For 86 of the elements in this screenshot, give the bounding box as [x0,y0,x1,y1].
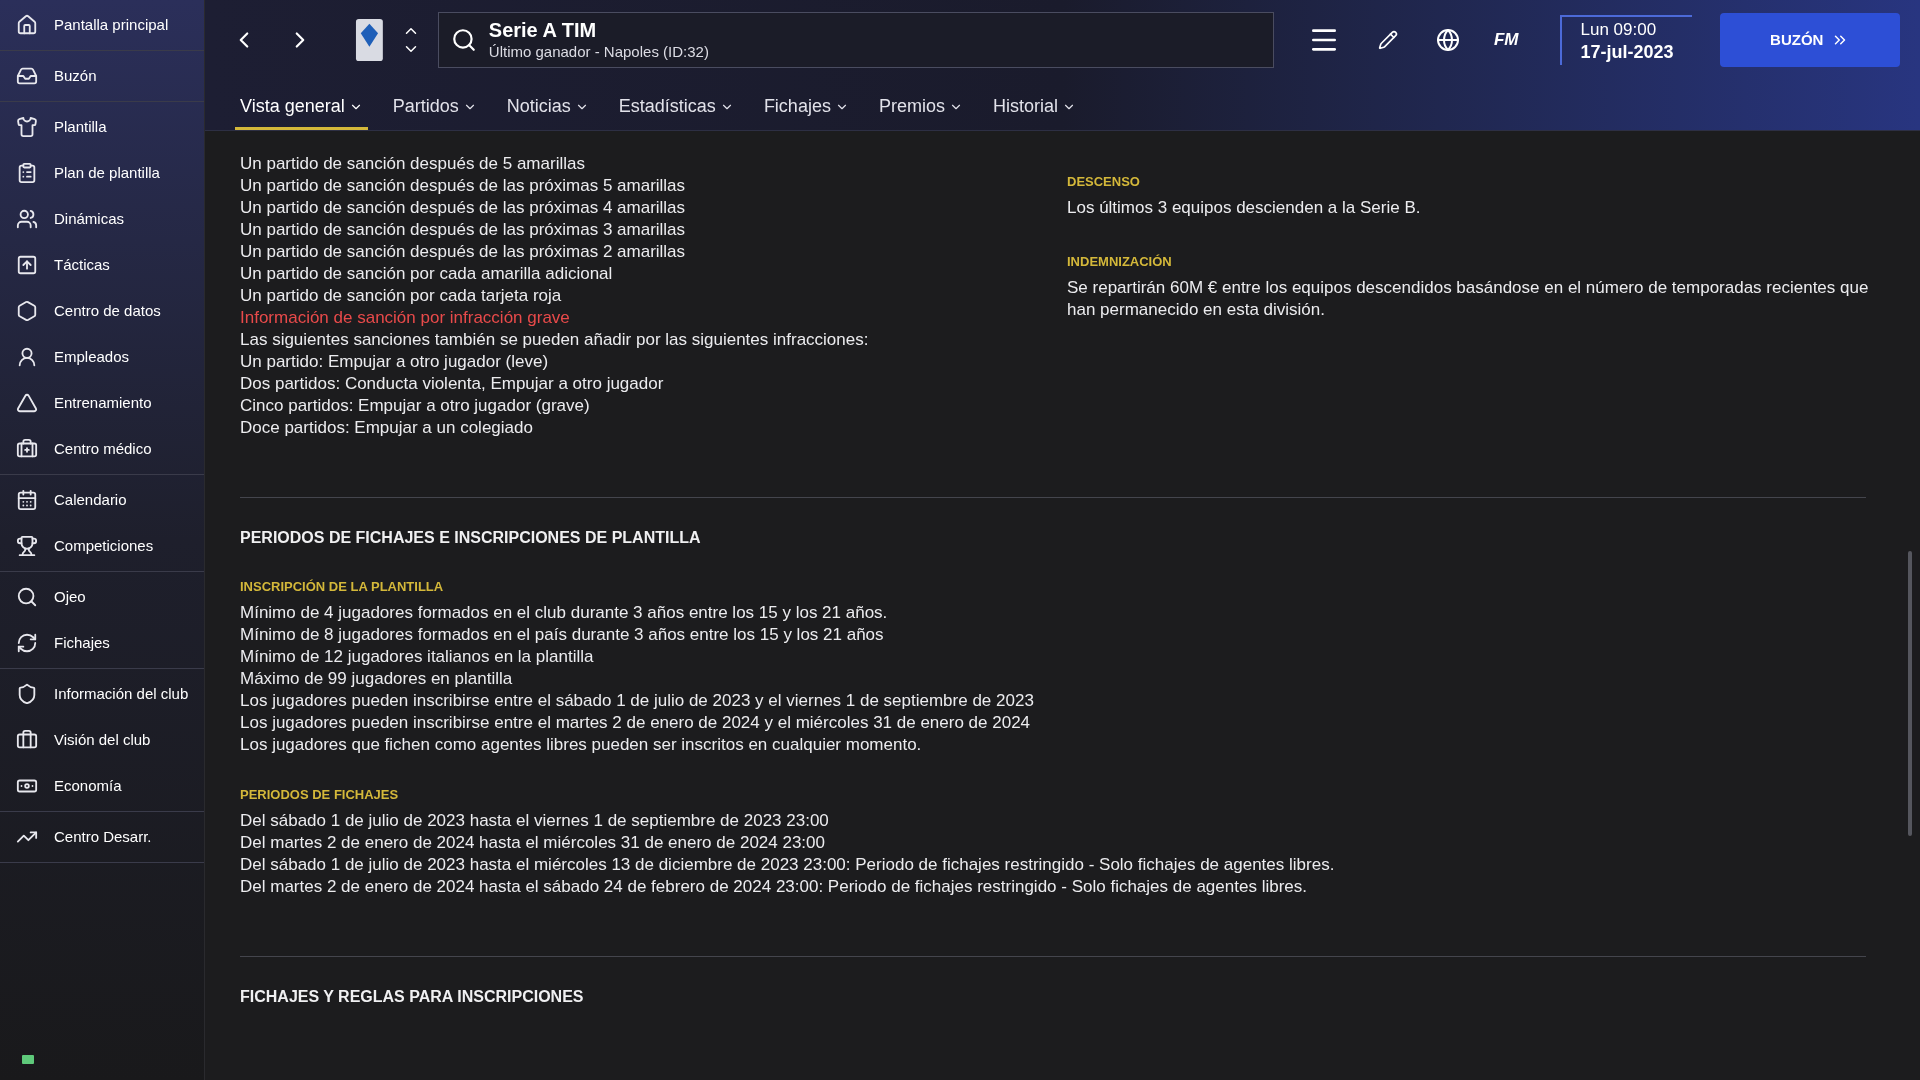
page-title: Serie A TIM [488,18,598,42]
tab[interactable]: Vista general [235,86,368,130]
tab[interactable]: Historial [987,86,1081,130]
cone-icon [16,392,38,414]
rule-text: Un partido de sanción por cada amarilla adicional [240,263,614,285]
globe-icon [1435,28,1460,52]
rule-text: Un partido de sanción después de las próximas 5 amarillas [240,175,687,197]
tab[interactable]: Fichajes [758,86,854,130]
sidebar-item[interactable]: Fichajes [0,620,204,666]
inbox-button[interactable]: BUZÓN [1719,13,1900,67]
sidebar-item[interactable]: Pantalla principal [0,2,204,48]
sidebar-item[interactable]: Centro Desarr. [0,814,204,860]
rule-text: Del sábado 1 de julio de 2023 hasta el miércoles 13 de diciembre de 2023 23:00: Periodo de fichajes restringido - Solo fichajes de agentes libres. [240,854,1336,876]
calendar-icon [16,489,38,511]
inbox-icon [16,65,38,87]
rule-text: Del sábado 1 de julio de 2023 hasta el viernes 1 de septiembre de 2023 23:00 [240,810,830,832]
sidebar-item[interactable]: Información del club [0,671,204,717]
sidebar-item[interactable]: Tácticas [0,242,204,288]
rule-text: Un partido de sanción después de las próximas 3 amarillas [240,219,687,241]
tab[interactable]: Partidos [387,86,482,130]
sidebar-item[interactable]: Buzón [0,53,204,99]
rule-text: Un partido de sanción después de 5 amarillas [240,153,586,175]
section-title: FICHAJES Y REGLAS PARA INSCRIPCIONES [240,987,585,1007]
sidebar-item[interactable]: Competiciones [0,523,204,569]
rule-text: Los jugadores pueden inscribirse entre el sábado 1 de julio de 2023 y el viernes 1 de septiembre de 2023 [240,690,1035,712]
home-icon [16,14,38,36]
rule-text: Un partido de sanción después de las próximas 4 amarillas [240,197,687,219]
medical-kit-icon [16,438,38,460]
sidebar-item[interactable]: Plan de plantilla [0,150,204,196]
people-icon [16,208,38,230]
sidebar-item[interactable]: Dinámicas [0,196,204,242]
rule-text: Se repartirán 60M € entre los equipos descendidos basándose en el número de temporadas recientes que han permanecido en esta división. [1067,277,1870,321]
refresh-icon [16,632,38,654]
section-title: PERIODOS DE FICHAJES E INSCRIPCIONES DE PLANTILLA [240,528,702,548]
sidebar-item[interactable]: Economía [0,763,204,809]
tab[interactable]: Noticias [501,86,594,130]
shield-icon [16,683,38,705]
sidebar-item[interactable]: Visión del club [0,717,204,763]
rule-text: Un partido de sanción por cada tarjeta roja [240,285,563,307]
rule-text: Cinco partidos: Empujar a otro jugador (grave) [240,395,591,417]
arrow-square-icon [16,254,38,276]
infraction-link[interactable]: Información de sanción por infracción grave [240,307,1067,329]
day-time-text: Lun 09:00 [1580,19,1658,41]
person-icon [16,346,38,368]
rule-text: Del martes 2 de enero de 2024 hasta el sábado 24 de febrero de 2024 23:00: Periodo de fichajes restringido - Solo fichajes de agentes libres. [240,876,1308,898]
date-text: 17-jul-2023 [1580,41,1674,63]
search-field[interactable]: Serie A TIM Último ganador - Napoles (ID:32) [437,12,1274,68]
status-indicator-icon [22,1055,34,1064]
fm-button[interactable]: FM [1493,27,1519,53]
sidebar-item[interactable]: Ojeo [0,574,204,620]
rule-text: Mínimo de 8 jugadores formados en el país durante 3 años entre los 15 y los 21 años [240,624,885,646]
subsection-heading: INDEMNIZACIÓN [1067,253,1173,271]
search-icon [450,27,477,53]
pencil-icon [1377,30,1398,50]
rule-text: Mínimo de 4 jugadores formados en el club durante 3 años entre los 15 y los 21 años. [240,602,889,624]
rule-text: Del martes 2 de enero de 2024 hasta el miércoles 31 de enero de 2024 23:00 [240,832,826,854]
rule-text: Los jugadores que fichen como agentes libres pueden ser inscritos en cualquier momento. [240,734,923,756]
rule-text: Un partido de sanción después de las próximas 2 amarillas [240,241,687,263]
rule-text: Los jugadores pueden inscribirse entre el martes 2 de enero de 2024 y el miércoles 31 de enero de 2024 [240,712,1032,734]
sidebar-item[interactable]: Plantilla [0,104,204,150]
subsection-heading: PERIODOS DE FICHAJES [240,786,400,804]
rule-text: Dos partidos: Conducta violenta, Empujar a otro jugador [240,373,665,395]
rule-text: Un partido: Empujar a otro jugador (leve) [240,351,550,373]
tab[interactable]: Estadísticas [613,86,739,130]
subsection-heading: DESCENSO [1067,173,1141,191]
rule-text: Mínimo de 12 jugadores italianos en la plantilla [240,646,595,668]
subsection-heading: INSCRIPCIÓN DE LA PLANTILLA [240,578,445,596]
sidebar-item[interactable]: Calendario [0,477,204,523]
page-subtitle: Último ganador - Napoles (ID:32) [488,42,709,62]
search-icon [16,586,38,608]
rule-text: Máximo de 99 jugadores en plantilla [240,668,514,690]
sidebar-item[interactable]: Centro médico [0,426,204,472]
scrollbar-thumb[interactable] [1908,551,1912,836]
rule-text: Doce partidos: Empujar a un colegiado [240,417,534,439]
hexagon-icon [16,300,38,322]
rule-text: Las siguientes sanciones también se pueden añadir por las siguientes infracciones: [240,329,870,351]
trophy-icon [16,535,38,557]
league-badge-icon [355,17,384,63]
briefcase-icon [16,729,38,751]
sidebar-item[interactable]: Centro de datos [0,288,204,334]
sidebar-item[interactable]: Empleados [0,334,204,380]
tab[interactable]: Premios [873,86,968,130]
rule-text: Los últimos 3 equipos descienden a la Serie B. [1067,197,1422,219]
shirt-icon [16,116,38,138]
clipboard-icon [16,162,38,184]
sidebar-item[interactable]: Entrenamiento [0,380,204,426]
